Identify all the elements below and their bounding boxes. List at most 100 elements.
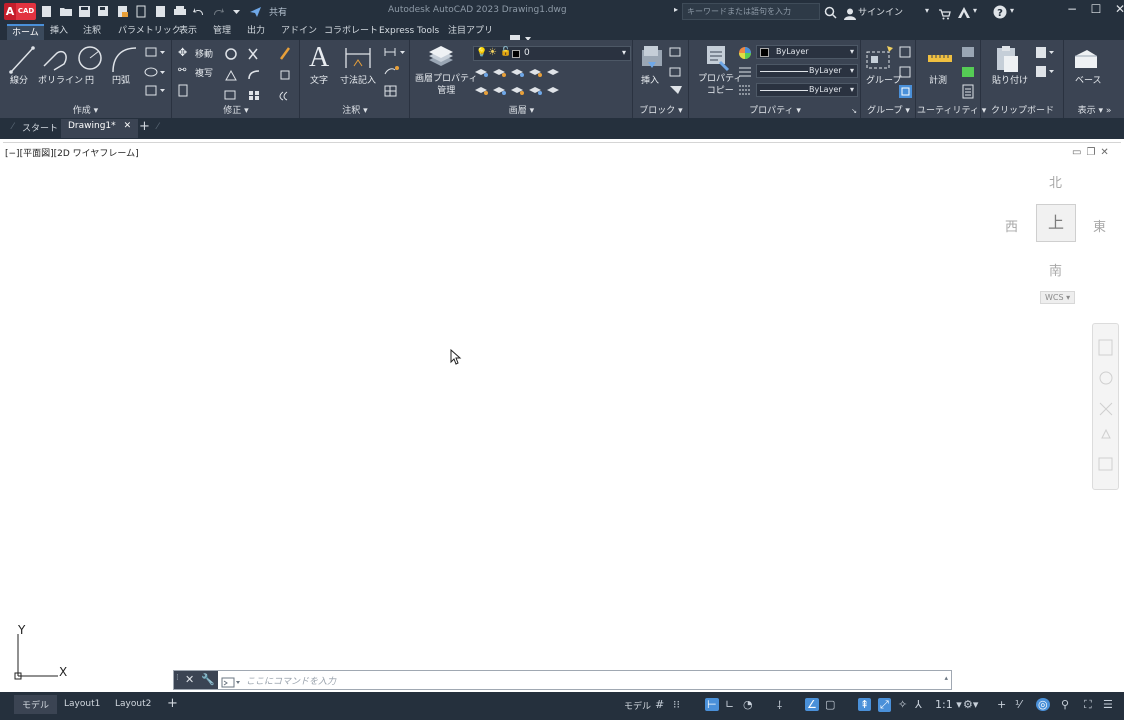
maximize-icon[interactable]: ☐	[1088, 2, 1104, 20]
tab-featured-apps[interactable]: 注目アプリ	[448, 24, 493, 40]
lineweight-dropdown[interactable]: ByLayer ▾	[756, 83, 858, 97]
annotation-visibility-icon[interactable]: +	[997, 698, 1006, 711]
quick-properties-icon[interactable]: ◎	[1036, 698, 1050, 711]
lineweight-toggle-icon[interactable]: ⇞	[858, 698, 872, 711]
wcs-menu[interactable]: WCS ▾	[1040, 291, 1076, 304]
annotation-tools-icon[interactable]	[383, 46, 407, 98]
tab-insert[interactable]: 挿入	[50, 24, 68, 40]
undo-icon[interactable]	[190, 3, 207, 20]
share-label[interactable]: 共有	[269, 5, 287, 18]
search-icon[interactable]	[824, 4, 837, 23]
signin-label[interactable]: サインイン	[858, 5, 903, 18]
help-icon[interactable]: ?	[993, 4, 1007, 23]
object-snap-icon[interactable]: ▢	[825, 698, 835, 711]
isodraft-icon[interactable]: ⸸	[777, 698, 782, 713]
command-prompt-icon[interactable]	[221, 674, 241, 693]
tab-output[interactable]: 出力	[247, 24, 265, 40]
navbar-tools-icon[interactable]	[1097, 338, 1115, 483]
new-file-icon[interactable]	[38, 3, 55, 20]
tab-collaborate[interactable]: コラボレート	[324, 24, 378, 40]
match-properties-button[interactable]: プロパティ コピー	[698, 73, 742, 97]
draw-panel-label[interactable]: 作成 ▾	[0, 103, 171, 116]
command-input[interactable]: ここにコマンドを入力	[246, 674, 336, 687]
base-button[interactable]: ベース	[1075, 73, 1102, 86]
ortho-icon[interactable]: ∟	[725, 698, 734, 711]
tab-view[interactable]: 表示	[179, 24, 197, 40]
compass-north[interactable]: 北	[1049, 172, 1062, 191]
customization-menu-icon[interactable]: ☰	[1103, 698, 1113, 711]
linetype-icon[interactable]	[738, 66, 752, 78]
polar-tracking-icon[interactable]: ◔	[743, 698, 753, 711]
group-icon[interactable]	[865, 44, 895, 72]
measure-button[interactable]: 計測	[929, 73, 947, 86]
layout-tab-layout2[interactable]: Layout2	[115, 699, 151, 709]
open-folder-icon[interactable]	[57, 3, 74, 20]
help-dropdown-icon[interactable]: ▾	[1010, 6, 1014, 15]
layer-tools-icon[interactable]	[473, 66, 563, 98]
circle-button[interactable]: 円	[85, 73, 94, 86]
modify-panel-label[interactable]: 修正 ▾	[173, 103, 299, 116]
viewport-minimize-icon[interactable]: ▭	[1072, 147, 1086, 158]
group-tools-icon[interactable]	[898, 45, 914, 99]
line-button[interactable]: 線分	[10, 73, 28, 86]
tab-manage[interactable]: 管理	[213, 24, 231, 40]
tab-express-tools[interactable]: Express Tools	[379, 24, 439, 40]
model-space-toggle[interactable]: モデル	[624, 699, 651, 712]
text-icon[interactable]: A	[309, 42, 329, 74]
print-icon[interactable]	[171, 3, 188, 20]
tab-addins[interactable]: アドイン	[281, 24, 317, 40]
block-tools-icon[interactable]	[668, 46, 686, 96]
block-panel-label[interactable]: ブロック ▾	[634, 103, 688, 116]
stretch-icon[interactable]	[178, 84, 190, 98]
close-icon[interactable]: ✕	[1112, 2, 1124, 20]
layout-tab-model[interactable]: モデル	[14, 695, 58, 714]
command-grip-icon[interactable]: ⁞	[176, 673, 179, 683]
app-logo[interactable]: A CAD	[4, 3, 36, 20]
search-input[interactable]: キーワードまたは語句を入力	[682, 3, 820, 20]
linetype-dropdown[interactable]: ByLayer ▾	[756, 64, 858, 78]
add-layout-button[interactable]: +	[167, 696, 178, 711]
layer-dropdown[interactable]: 💡 ☀ 🔓 0 ▾	[473, 46, 631, 61]
modify-tools-icon[interactable]	[223, 45, 297, 101]
utilities-panel-label[interactable]: ユーティリティ ▾	[917, 103, 986, 116]
measure-icon[interactable]	[927, 52, 953, 66]
transparency-icon[interactable]: ⤢	[878, 698, 891, 712]
clean-screen-icon[interactable]: ⛶	[1084, 698, 1092, 712]
move-button[interactable]: 移動	[195, 47, 213, 60]
layers-panel-label[interactable]: 画層 ▾	[411, 103, 632, 116]
viewport-close-icon[interactable]: ✕	[1100, 147, 1113, 158]
share-icon[interactable]	[247, 3, 264, 20]
annotation-scale[interactable]: 1:1 ▾	[935, 698, 962, 711]
properties-launcher-icon[interactable]: ↘	[851, 107, 857, 115]
close-tab-icon[interactable]: ✕	[124, 121, 132, 131]
polyline-button[interactable]: ポリライン	[38, 73, 83, 86]
tab-start[interactable]: スタート	[22, 121, 58, 134]
save-icon[interactable]	[76, 3, 93, 20]
compass-south[interactable]: 南	[1049, 260, 1062, 279]
plot-preview-icon[interactable]	[152, 3, 169, 20]
command-close-icon[interactable]: ✕	[185, 673, 194, 686]
color-dropdown[interactable]: ByLayer ▾	[756, 45, 858, 59]
utility-tools-icon[interactable]	[960, 45, 978, 99]
layer-properties-button[interactable]: 画層プロパティ 管理	[415, 73, 477, 97]
publish-icon[interactable]	[114, 3, 131, 20]
drawing-canvas[interactable]	[3, 142, 1121, 690]
user-icon[interactable]	[844, 5, 856, 24]
isolate-objects-icon[interactable]: ⚲	[1061, 698, 1069, 711]
cart-icon[interactable]	[938, 5, 951, 24]
command-history-icon[interactable]: ▴	[944, 674, 948, 682]
match-properties-icon[interactable]	[704, 44, 730, 72]
save-as-icon[interactable]	[95, 3, 112, 20]
insert-button[interactable]: 挿入	[641, 73, 659, 86]
compass-west[interactable]: 西	[1005, 216, 1018, 235]
grid-icon[interactable]: #	[655, 698, 664, 711]
paste-button[interactable]: 貼り付け	[992, 73, 1028, 86]
groups-panel-label[interactable]: グループ ▾	[862, 103, 915, 116]
new-tab-button[interactable]: +	[139, 119, 150, 134]
copy-button[interactable]: 複写	[195, 66, 213, 79]
view-panel-label[interactable]: 表示 ▾ »	[1065, 103, 1124, 116]
arc-icon[interactable]	[110, 44, 138, 74]
workspace-gear-icon[interactable]: ⚙▾	[963, 698, 978, 711]
tab-home[interactable]: ホーム	[7, 24, 44, 40]
minimize-icon[interactable]: −	[1064, 2, 1080, 20]
